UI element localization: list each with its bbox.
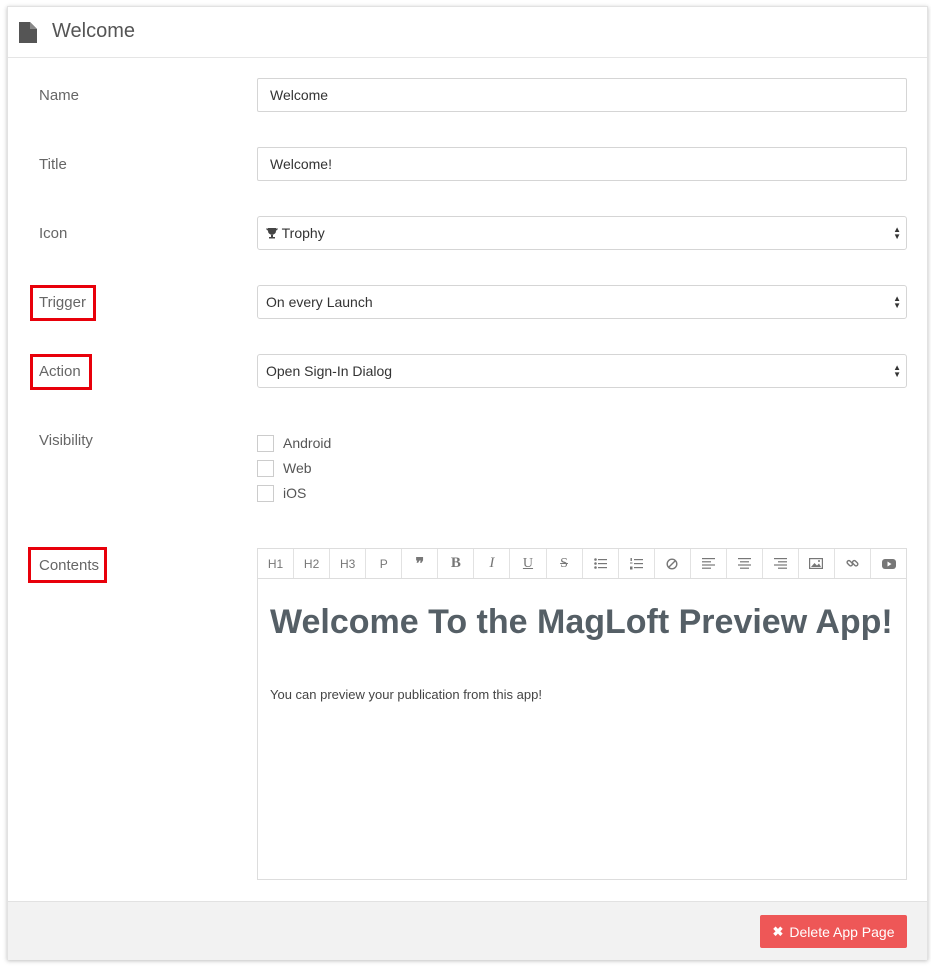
numbered-list-button[interactable]	[619, 549, 655, 578]
web-checkbox[interactable]	[257, 459, 274, 477]
name-input[interactable]: Welcome	[257, 78, 907, 112]
ios-checkbox[interactable]	[257, 484, 274, 502]
bold-button[interactable]: B	[438, 549, 475, 578]
select-arrows-icon: ▲ ▼	[893, 294, 901, 310]
trophy-icon	[266, 228, 278, 239]
android-checkbox[interactable]	[257, 434, 274, 452]
icon-select-value: Trophy	[281, 225, 325, 241]
h1-button[interactable]: H1	[258, 549, 295, 578]
action-label: Action	[39, 363, 81, 380]
icon-label: Icon	[39, 225, 68, 242]
underline-icon: U	[522, 555, 534, 571]
ios-label: iOS	[283, 485, 307, 501]
page-title: Welcome	[52, 20, 135, 42]
italic-icon: I	[489, 555, 495, 571]
delete-app-page-button[interactable]: ✖ Delete App Page	[760, 915, 907, 948]
underline-button[interactable]: U	[510, 549, 547, 578]
android-label: Android	[283, 435, 332, 451]
panel-footer: ✖ Delete App Page	[8, 901, 927, 960]
h3-button[interactable]: H3	[330, 549, 367, 578]
title-input[interactable]: Welcome!	[257, 147, 907, 181]
visibility-web[interactable]: Web	[257, 458, 312, 478]
align-center-icon	[737, 558, 751, 569]
bold-icon: B	[450, 555, 461, 571]
align-right-button[interactable]	[763, 549, 799, 578]
action-select-value: Open Sign-In Dialog	[266, 363, 393, 379]
select-arrows-icon: ▲ ▼	[893, 363, 901, 379]
strikethrough-button[interactable]: S	[547, 549, 583, 578]
align-center-button[interactable]	[727, 549, 763, 578]
h2-button[interactable]: H2	[294, 549, 331, 578]
clear-format-icon	[666, 557, 678, 570]
trigger-select-value: On every Launch	[266, 294, 373, 310]
close-icon: ✖	[772, 923, 784, 939]
clear-format-button[interactable]	[655, 549, 691, 578]
align-left-button[interactable]	[691, 549, 727, 578]
contents-label: Contents	[39, 557, 100, 574]
content-paragraph: You can preview your publication from th…	[270, 687, 542, 702]
trigger-select[interactable]: On every Launch ▲ ▼	[257, 285, 907, 319]
link-button[interactable]	[835, 549, 872, 578]
video-button[interactable]	[871, 549, 906, 578]
title-label: Title	[39, 156, 67, 173]
quote-button[interactable]: ❞	[402, 549, 439, 578]
strikethrough-icon: S	[560, 555, 568, 571]
delete-button-label: Delete App Page	[789, 923, 895, 940]
quote-icon: ❞	[415, 554, 425, 573]
bullet-list-button[interactable]	[583, 549, 619, 578]
image-button[interactable]	[799, 549, 835, 578]
name-label: Name	[39, 87, 80, 104]
icon-select[interactable]: Trophy ▲ ▼	[257, 216, 907, 250]
action-select[interactable]: Open Sign-In Dialog ▲ ▼	[257, 354, 907, 388]
app-page-panel: Welcome Name Welcome Title Welcome! Icon…	[7, 6, 928, 960]
align-left-icon	[701, 558, 715, 569]
panel-header: Welcome	[8, 7, 927, 58]
visibility-label: Visibility	[39, 432, 93, 449]
bullet-list-icon	[593, 558, 607, 569]
document-icon	[19, 22, 37, 43]
image-icon	[809, 558, 824, 569]
select-arrows-icon: ▲ ▼	[893, 225, 901, 241]
content-heading: Welcome To the MagLoft Preview App!	[270, 603, 893, 641]
paragraph-button[interactable]: P	[366, 549, 403, 578]
web-label: Web	[283, 460, 312, 476]
visibility-ios[interactable]: iOS	[257, 483, 306, 503]
content-editor[interactable]: Welcome To the MagLoft Preview App! You …	[257, 578, 907, 880]
trigger-label: Trigger	[39, 294, 86, 311]
numbered-list-icon	[629, 557, 643, 569]
italic-button[interactable]: I	[474, 549, 511, 578]
editor-toolbar: H1 H2 H3 P ❞ B I U S	[257, 548, 907, 579]
visibility-android[interactable]: Android	[257, 433, 331, 453]
align-right-icon	[773, 558, 787, 569]
link-icon	[846, 559, 859, 567]
video-icon	[881, 558, 896, 569]
